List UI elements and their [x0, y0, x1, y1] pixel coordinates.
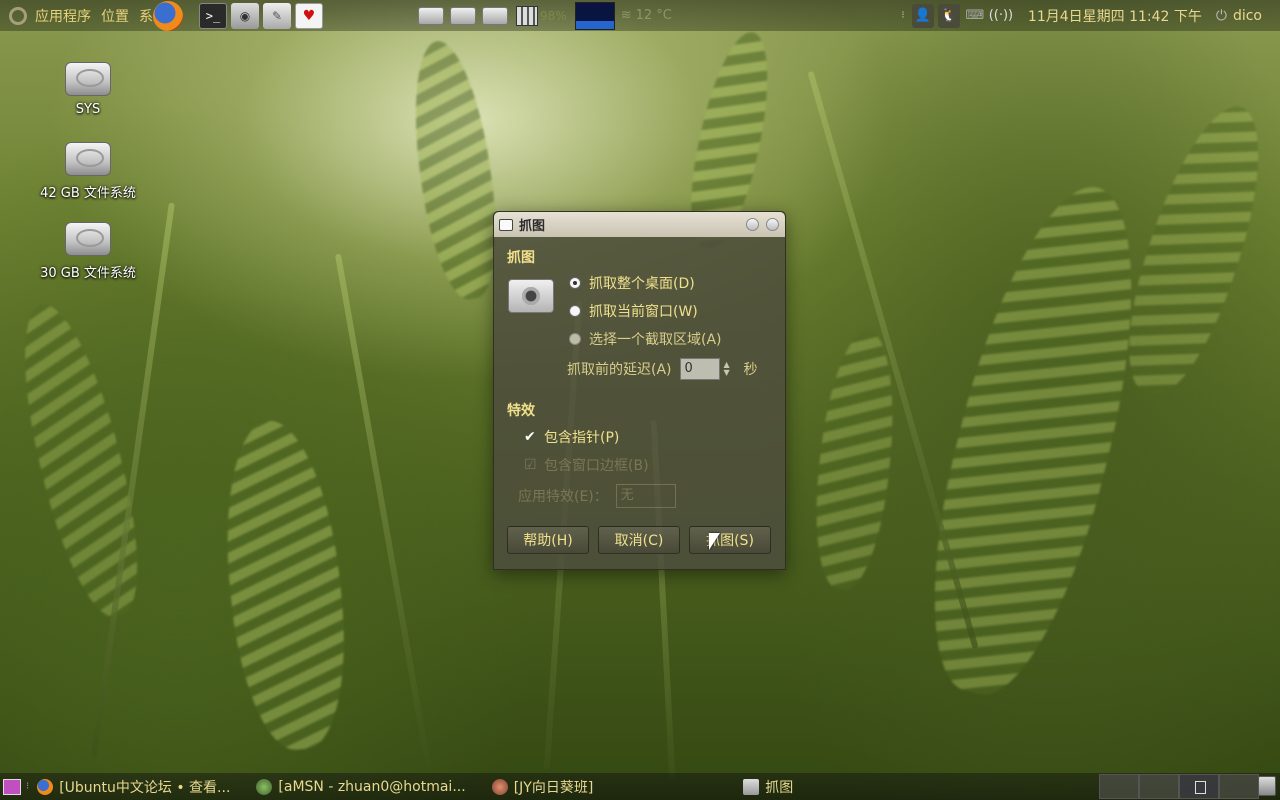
- drive-icon[interactable]: [418, 6, 444, 25]
- menu-applications[interactable]: 应用程序: [35, 6, 91, 26]
- cancel-button[interactable]: 取消(C): [598, 526, 680, 554]
- workspace-switcher: [1099, 774, 1259, 799]
- checkbox-include-pointer[interactable]: ✔ 包含指针(P): [524, 427, 619, 447]
- radio-current-window[interactable]: 抓取当前窗口(W): [569, 301, 698, 321]
- chat-icon: [491, 778, 508, 795]
- text-editor-icon[interactable]: ✎: [263, 2, 291, 29]
- show-desktop-button[interactable]: [3, 778, 21, 795]
- hard-drive-icon: [65, 222, 111, 256]
- hard-drive-icon: [65, 142, 111, 176]
- taskbar-item[interactable]: [JY向日葵班]: [491, 777, 594, 797]
- ubuntu-logo-icon: [9, 6, 27, 25]
- section-capture-title: 抓图: [507, 250, 535, 266]
- screenshot-dialog: 抓图 抓图 抓取整个桌面(D) 抓取当前窗口(W) 选择一个截取区域(A) 抓取…: [493, 211, 786, 570]
- radio-whole-desktop[interactable]: 抓取整个桌面(D): [569, 273, 695, 293]
- film-icon[interactable]: [516, 5, 538, 26]
- menu-places[interactable]: 位置: [101, 6, 129, 26]
- firefox-icon: [37, 778, 54, 795]
- user-icon[interactable]: 👤: [911, 3, 934, 28]
- section-effects-title: 特效: [507, 403, 535, 419]
- system-monitor-graph[interactable]: [574, 1, 615, 30]
- delay-spinbox[interactable]: 0: [679, 358, 720, 380]
- workspace-2[interactable]: [1139, 774, 1179, 799]
- window-icon: [499, 218, 513, 231]
- username[interactable]: dico: [1233, 8, 1262, 24]
- radio-select-area[interactable]: 选择一个截取区域(A): [569, 329, 722, 349]
- drive-icon[interactable]: [482, 6, 508, 25]
- weather-temp: 12 °C: [635, 8, 672, 23]
- workspace-4[interactable]: [1219, 774, 1259, 799]
- hard-drive-icon: [65, 62, 111, 96]
- checkbox-label: 包含指针(P): [544, 430, 620, 446]
- camera-icon: [743, 778, 760, 795]
- radio-indicator[interactable]: [569, 333, 581, 345]
- taskbar-item-label: [aMSN - zhuan0@hotmai...: [278, 778, 466, 795]
- trash-icon[interactable]: [1258, 776, 1276, 796]
- help-button[interactable]: 帮助(H): [507, 526, 589, 554]
- taskbar-item[interactable]: [Ubuntu中文论坛 • 查看...: [37, 777, 230, 797]
- apply-effect-label: 应用特效(E)：: [518, 489, 608, 505]
- radio-label: 抓取整个桌面(D): [589, 276, 695, 292]
- handle-icon: ⁝: [901, 10, 905, 21]
- qq-icon[interactable]: 🐧: [937, 3, 960, 28]
- desktop-icon-label: 30 GB 文件系统: [40, 266, 136, 281]
- desktop-icon-42gb[interactable]: 42 GB 文件系统: [33, 142, 143, 201]
- workspace-1[interactable]: [1099, 774, 1139, 799]
- checkbox-label: 包含窗口边框(B): [544, 458, 649, 474]
- camera-icon[interactable]: ◉: [231, 2, 259, 29]
- delay-row: 抓取前的延迟(A) 0 ▲ ▼ 秒: [567, 358, 758, 380]
- radio-indicator[interactable]: [569, 277, 581, 289]
- taskbar-item-active[interactable]: 抓图: [743, 777, 793, 797]
- spin-arrows[interactable]: ▲ ▼: [724, 361, 734, 377]
- taskbar-item-label: [Ubuntu中文论坛 • 查看...: [59, 779, 231, 796]
- close-button[interactable]: [766, 218, 779, 231]
- dialog-titlebar[interactable]: 抓图: [494, 212, 785, 237]
- heart-icon[interactable]: ♥: [295, 2, 323, 29]
- delay-unit: 秒: [743, 362, 758, 378]
- workspace-3[interactable]: [1179, 774, 1219, 799]
- minimize-button[interactable]: [746, 218, 759, 231]
- taskbar-item-label: 抓图: [765, 779, 794, 796]
- apply-effect-select[interactable]: 无: [615, 484, 676, 508]
- desktop-icon-sys[interactable]: SYS: [33, 62, 143, 117]
- bottom-panel: ⁝ [Ubuntu中文论坛 • 查看... [aMSN - zhuan0@hot…: [0, 773, 1280, 800]
- cpu-usage: 98%: [540, 8, 567, 23]
- weather-icon: ≋: [620, 8, 632, 23]
- terminal-icon[interactable]: >_: [199, 2, 227, 29]
- desktop-icon-30gb[interactable]: 30 GB 文件系统: [33, 222, 143, 281]
- check-icon[interactable]: ☑: [524, 458, 538, 472]
- drive-icon[interactable]: [450, 6, 476, 25]
- apply-effect-row: 应用特效(E)： 无: [518, 484, 676, 508]
- delay-label: 抓取前的延迟(A): [567, 362, 672, 378]
- radio-label: 抓取当前窗口(W): [589, 304, 698, 320]
- radio-indicator[interactable]: [569, 305, 581, 317]
- desktop-icon-label: SYS: [75, 102, 101, 117]
- checkbox-include-border[interactable]: ☑ 包含窗口边框(B): [524, 455, 649, 475]
- radio-label: 选择一个截取区域(A): [589, 332, 722, 348]
- firefox-icon[interactable]: [153, 0, 183, 31]
- camera-icon: [508, 279, 554, 313]
- desktop-icon-label: 42 GB 文件系统: [40, 186, 136, 201]
- clock[interactable]: 11月4日星期四 11:42 下午: [1028, 6, 1202, 26]
- mouse-pointer-icon: [709, 533, 720, 550]
- wifi-icon[interactable]: ((·)): [989, 4, 1013, 28]
- capture-button[interactable]: 抓图(S): [689, 526, 771, 554]
- top-panel: 应用程序 位置 系统 >_ ◉ ✎ ♥ 98% ≋ 12 °C ⁝ 👤 🐧 ⌨ …: [0, 0, 1280, 31]
- check-icon[interactable]: ✔: [524, 430, 538, 444]
- keyboard-icon[interactable]: ⌨: [964, 4, 986, 28]
- weather-applet[interactable]: ≋ 12 °C: [621, 8, 672, 23]
- power-icon[interactable]: ⏻: [1216, 8, 1227, 24]
- handle-icon: ⁝: [26, 781, 30, 792]
- taskbar-item-label: [JY向日葵班]: [513, 779, 594, 796]
- taskbar-item[interactable]: [aMSN - zhuan0@hotmai...: [256, 778, 466, 795]
- amsn-icon: [256, 778, 273, 795]
- dialog-title: 抓图: [519, 219, 546, 234]
